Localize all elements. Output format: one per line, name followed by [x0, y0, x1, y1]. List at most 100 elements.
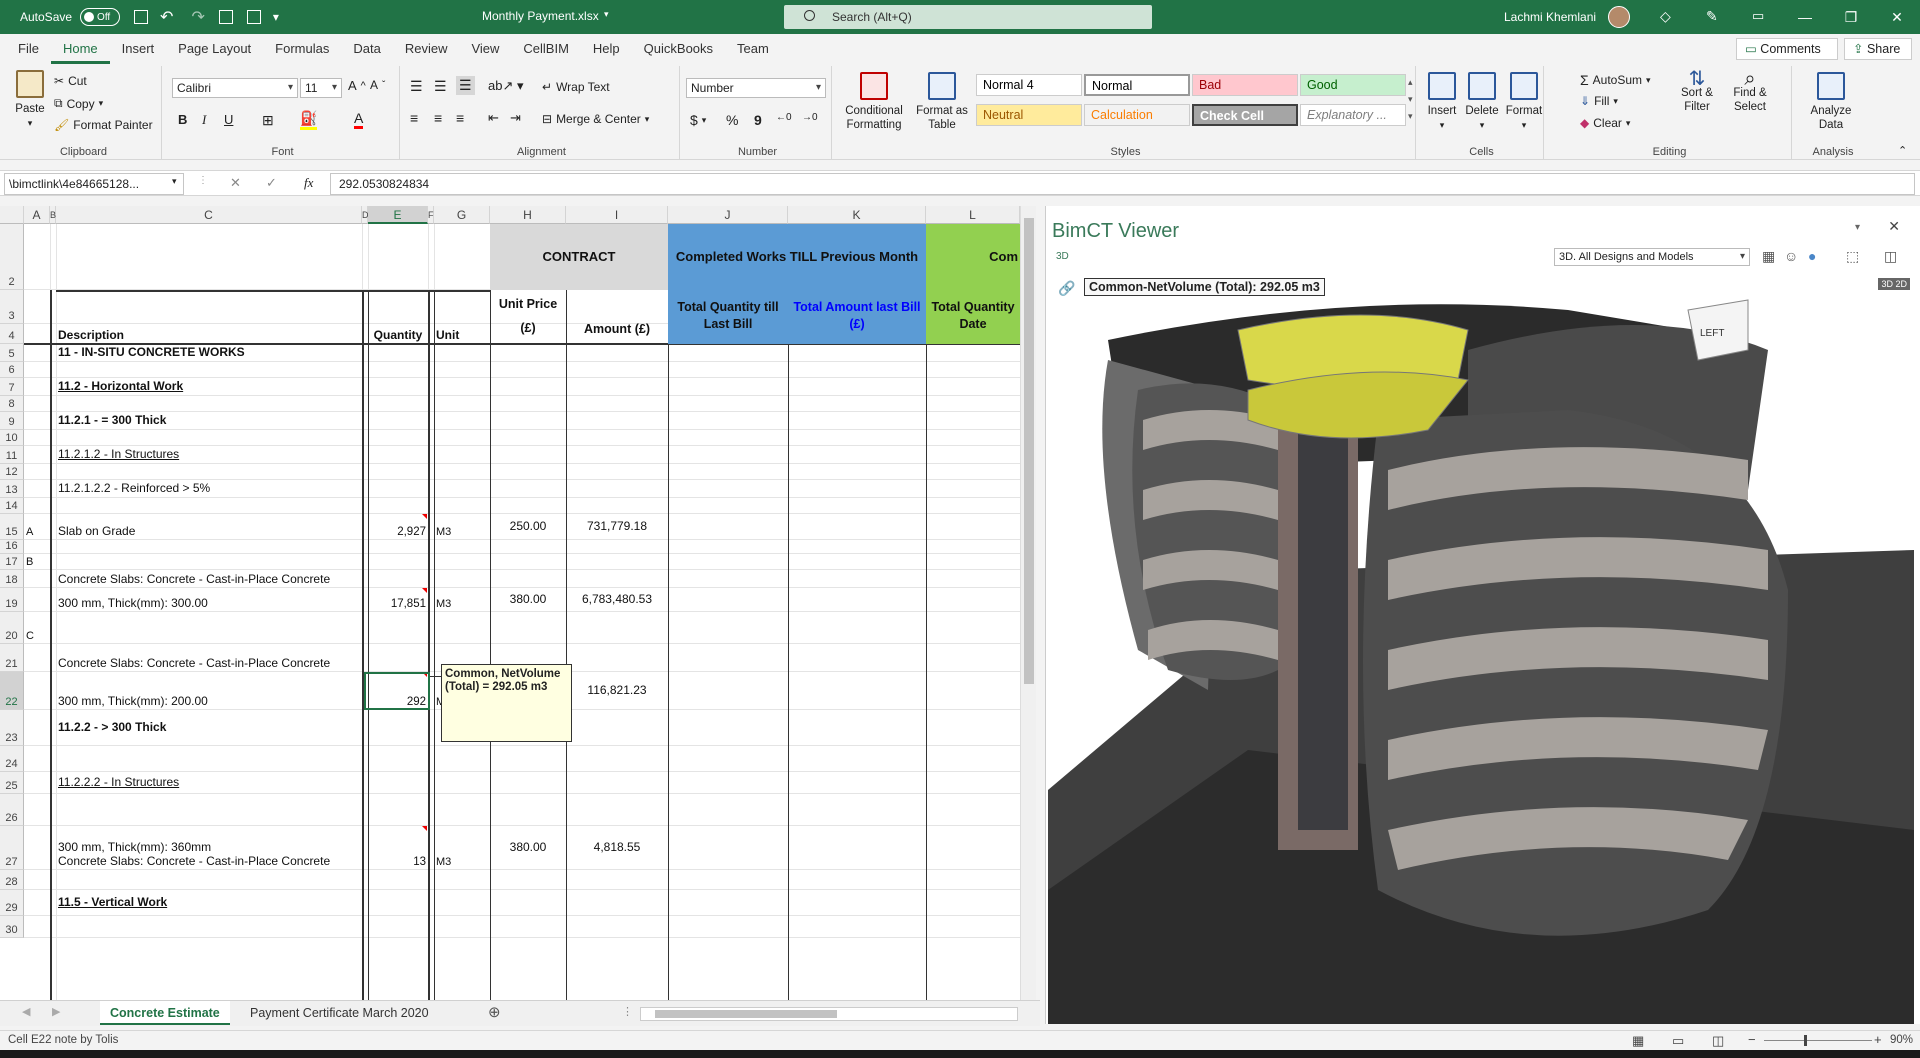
row-header-6[interactable]: 6 — [0, 362, 24, 378]
add-sheet-icon[interactable]: ⊕ — [488, 1003, 501, 1021]
increase-decimal-icon[interactable]: ←0 — [776, 112, 792, 123]
active-cell-e22[interactable] — [364, 672, 430, 710]
col-header-h[interactable]: H — [490, 206, 566, 224]
cell-a-15[interactable]: A — [24, 514, 50, 540]
customize-qat-icon[interactable]: ▾ — [273, 10, 279, 24]
row-header-15[interactable]: 15 — [0, 514, 24, 540]
style-normal-4[interactable]: Normal 4 — [976, 74, 1082, 96]
col-header-c[interactable]: C — [56, 206, 362, 224]
cell-quantity-19[interactable]: 17,851 — [368, 588, 428, 612]
redo-icon[interactable]: ↷ — [191, 7, 204, 27]
merge-center-button[interactable]: ⊟ Merge & Center ▾ — [542, 112, 649, 126]
align-right-icon[interactable]: ≡ — [456, 110, 464, 126]
decrease-font-icon[interactable]: Aˇ — [370, 78, 385, 92]
row-header-4[interactable]: 4 — [0, 324, 24, 344]
autosum-button[interactable]: Σ AutoSum ▾ — [1580, 72, 1651, 88]
percent-button[interactable]: % — [726, 112, 738, 128]
row-header-28[interactable]: 28 — [0, 870, 24, 890]
italic-button[interactable]: I — [202, 112, 206, 128]
person-icon[interactable]: ☺ — [1784, 248, 1798, 264]
cell-amount-19[interactable]: 6,783,480.53 — [566, 588, 668, 612]
nav-cube-label[interactable]: LEFT — [1700, 328, 1724, 339]
file-name[interactable]: Monthly Payment.xlsx — [482, 9, 599, 23]
col-header-i[interactable]: I — [566, 206, 668, 224]
align-middle-icon[interactable]: ☰ — [434, 78, 447, 95]
number-format-select[interactable]: Number — [686, 78, 826, 98]
row-header-11[interactable]: 11 — [0, 446, 24, 464]
row-header-7[interactable]: 7 — [0, 378, 24, 396]
cell-description-19[interactable]: 300 mm, Thick(mm): 300.00 — [56, 588, 362, 612]
zoom-slider-thumb[interactable] — [1804, 1035, 1807, 1046]
row-header-5[interactable]: 5 — [0, 344, 24, 362]
insert-function-icon[interactable]: fx — [304, 175, 313, 191]
undo-icon[interactable]: ↶ — [160, 7, 173, 27]
font-size-select[interactable]: 11 — [300, 78, 342, 98]
clear-button[interactable]: ◆ Clear ▾ — [1580, 116, 1630, 130]
prev-sheet-icon[interactable]: ◀ — [22, 1005, 30, 1018]
cell-description-5[interactable]: 11 - IN-SITU CONCRETE WORKS — [56, 344, 362, 362]
cell-unit-19[interactable]: M3 — [434, 588, 490, 612]
normal-view-icon[interactable]: ▦ — [1632, 1033, 1644, 1049]
tab-review[interactable]: Review — [393, 34, 460, 64]
comma-button[interactable]: 9 — [754, 112, 762, 128]
col-header-j[interactable]: J — [668, 206, 788, 224]
select-all-corner[interactable] — [0, 206, 24, 224]
style-check-cell[interactable]: Check Cell — [1192, 104, 1298, 126]
search-input[interactable]: Search (Alt+Q) — [784, 5, 1152, 29]
row-header-26[interactable]: 26 — [0, 794, 24, 826]
cell-description-9[interactable]: 11.2.1 - = 300 Thick — [56, 412, 362, 430]
horizontal-scrollbar[interactable] — [640, 1007, 1018, 1021]
page-break-view-icon[interactable]: ◫ — [1712, 1033, 1724, 1049]
style-explanatory[interactable]: Explanatory ... — [1300, 104, 1406, 126]
sheet-tab-concrete-estimate[interactable]: Concrete Estimate — [100, 1001, 230, 1025]
copy-button[interactable]: ⧉ Copy ▾ — [54, 96, 103, 111]
collapse-ribbon-icon[interactable]: ⌃ — [1898, 144, 1907, 157]
sheet-vertical-scrollbar[interactable] — [1020, 206, 1036, 1000]
row-header-27[interactable]: 27 — [0, 826, 24, 870]
row-header-10[interactable]: 10 — [0, 430, 24, 446]
col-header-g[interactable]: G — [434, 206, 490, 224]
next-sheet-icon[interactable]: ▶ — [52, 1005, 60, 1018]
cell-description-13[interactable]: 11.2.1.2.2 - Reinforced > 5% — [56, 480, 362, 498]
tab-home[interactable]: Home — [50, 34, 110, 64]
cell-unit-15[interactable]: M3 — [434, 514, 490, 540]
cell-description-25[interactable]: 11.2.2.2 - In Structures — [56, 772, 362, 794]
viewer-close-icon[interactable]: ✕ — [1888, 218, 1900, 235]
style-calculation[interactable]: Calculation — [1084, 104, 1190, 126]
style-bad[interactable]: Bad — [1192, 74, 1298, 96]
find-select-button[interactable]: ⌕ Find & Select — [1724, 69, 1776, 114]
increase-font-icon[interactable]: A ^ — [348, 78, 366, 93]
underline-button[interactable]: U — [224, 112, 233, 127]
zoom-level[interactable]: 90% — [1890, 1034, 1913, 1046]
save-icon[interactable] — [134, 10, 149, 24]
orientation-icon[interactable]: ab↗ ▾ — [488, 78, 524, 94]
comments-button[interactable]: ▭ Comments — [1736, 38, 1838, 60]
cell-quantity-27[interactable]: 13 — [368, 826, 428, 870]
file-name-chevron-icon[interactable]: ▾ — [604, 9, 609, 20]
format-cells-button[interactable]: Format ▾ — [1504, 72, 1544, 132]
conditional-formatting-button[interactable]: Conditional Formatting — [840, 72, 908, 132]
insert-cells-button[interactable]: Insert ▾ — [1424, 72, 1460, 132]
share-button[interactable]: ⇪ Share — [1844, 38, 1912, 60]
borders-icon[interactable]: ⊞ — [262, 112, 274, 129]
close-button[interactable]: ✕ — [1874, 0, 1920, 34]
font-name-select[interactable]: Calibri — [172, 78, 298, 98]
horizontal-scroll-thumb[interactable] — [655, 1010, 837, 1018]
cell-amount-27[interactable]: 4,818.55 — [566, 826, 668, 870]
fill-button[interactable]: ⇓ Fill ▾ — [1580, 94, 1618, 108]
wrap-text-button[interactable]: ↵ Wrap Text — [542, 80, 610, 94]
decrease-indent-icon[interactable]: ⇤ — [488, 110, 499, 126]
cell-unit-price-27[interactable]: 380.00 — [490, 826, 566, 870]
cell-unit-price-15[interactable]: 250.00 — [490, 514, 566, 540]
grid-view-icon[interactable]: ▦ — [1762, 248, 1775, 265]
style-normal[interactable]: Normal — [1084, 74, 1190, 96]
row-header-3[interactable]: 3 — [0, 290, 24, 324]
cell-description-22[interactable]: 300 mm, Thick(mm): 200.00 — [56, 672, 362, 710]
style-neutral[interactable]: Neutral — [976, 104, 1082, 126]
row-header-23[interactable]: 23 — [0, 710, 24, 746]
viewer-model-select[interactable]: 3D. All Designs and Models — [1554, 248, 1750, 266]
diamond-icon[interactable]: ◇ — [1660, 8, 1671, 25]
layers-icon[interactable]: ◫ — [1884, 248, 1897, 265]
tab-page-layout[interactable]: Page Layout — [166, 34, 263, 64]
align-bottom-icon[interactable]: ☰ — [456, 76, 475, 95]
